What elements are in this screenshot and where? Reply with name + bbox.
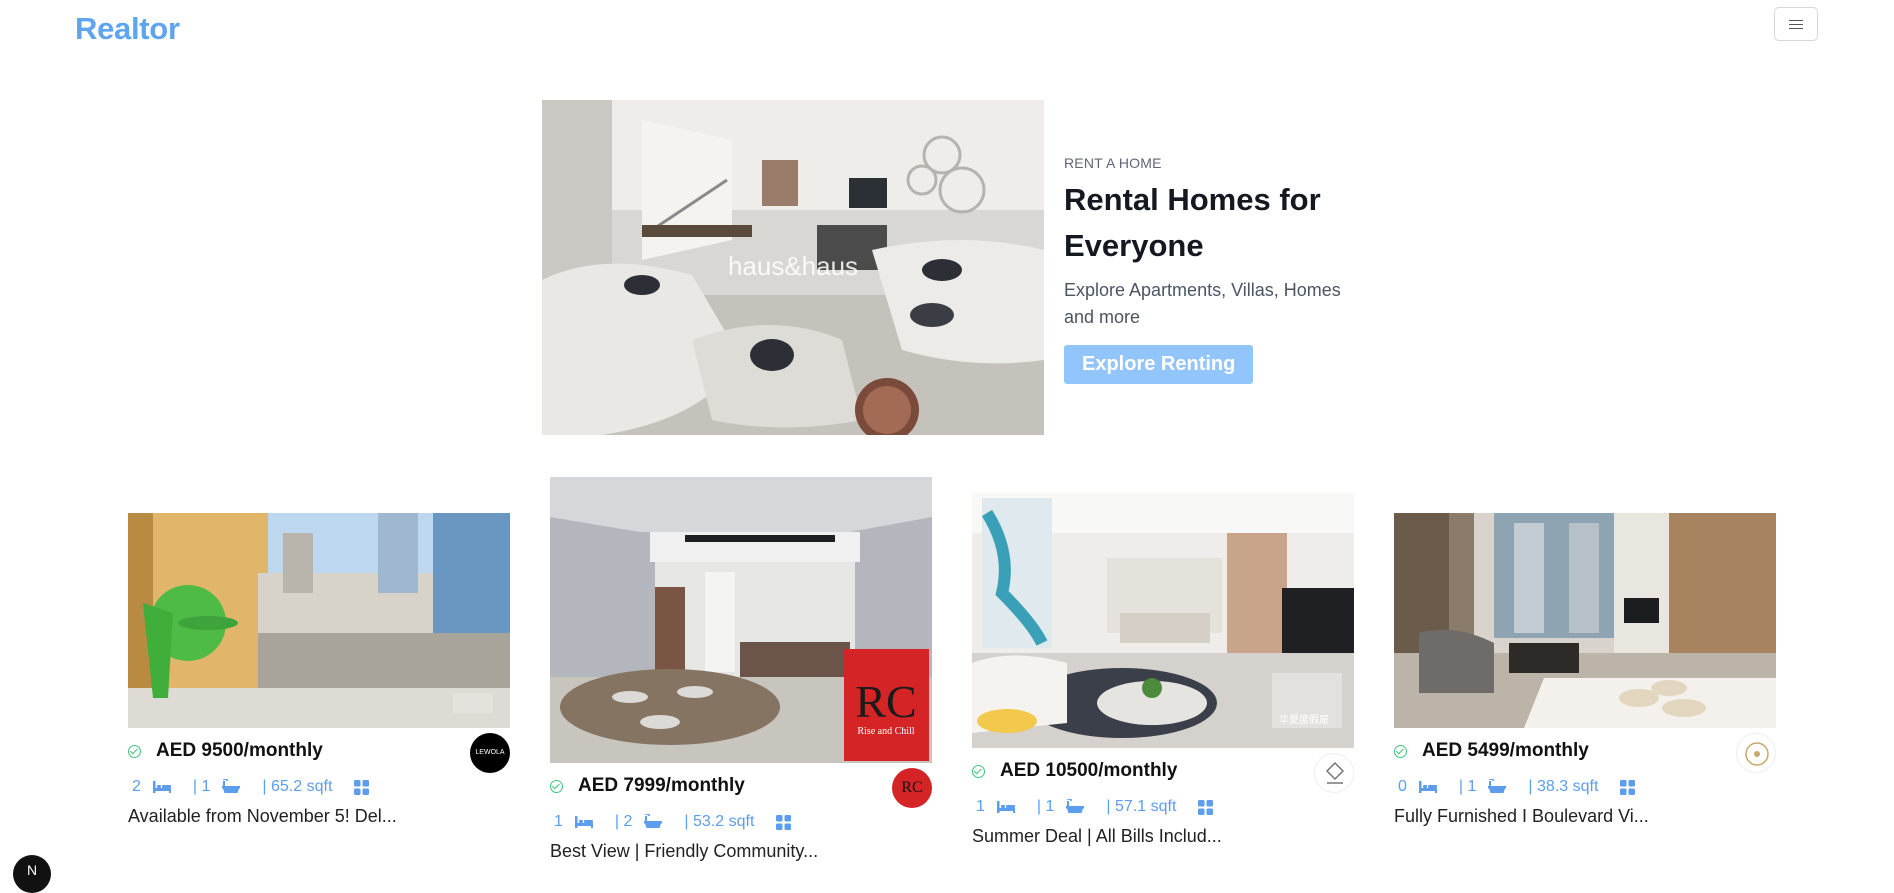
- hero-title: Rental Homes for Everyone: [1064, 182, 1321, 263]
- listing-stats: 0 | 1 | 38.3 sqft: [1394, 772, 1776, 802]
- hero-image-watermark: haus&haus: [728, 251, 858, 281]
- hero-kicker: RENT A HOME: [1064, 155, 1162, 171]
- bath-icon: [1066, 799, 1085, 815]
- grid-icon: [1198, 799, 1214, 815]
- verified-check-icon: [550, 780, 563, 793]
- baths-count: 2: [623, 813, 633, 830]
- listing-details: AED 7999/monthly RC 1 | 2 | 53.2 sqft Be…: [550, 763, 932, 862]
- grid-icon: [776, 814, 792, 830]
- menu-toggle-button[interactable]: [1774, 7, 1818, 41]
- bed-icon: [574, 815, 593, 829]
- agency-logo[interactable]: LEWOLA: [470, 733, 510, 773]
- listing-price: AED 9500/monthly: [156, 740, 323, 761]
- listing-details: AED 5499/monthly 0 | 1 | 38.3 sqft Fully…: [1394, 728, 1776, 827]
- corner-avatar[interactable]: N: [13, 855, 51, 893]
- listing-details: AED 9500/monthly LEWOLA 2 | 1 | 65.2 sqf…: [128, 728, 510, 827]
- rooms-count: 0: [1398, 778, 1407, 795]
- hamburger-icon: [1789, 19, 1803, 29]
- bath-icon: [222, 779, 241, 795]
- listing-card[interactable]: 华夏度假屋 AED 10500/monthly 1 | 1 | 57.1 sqf…: [972, 493, 1354, 847]
- hero-content: RENT A HOME Rental Homes for Everyone Ex…: [1064, 155, 1364, 384]
- rooms-count: 1: [976, 798, 985, 815]
- top-navbar: Realtor: [0, 0, 1894, 60]
- area-size: 38.3 sqft: [1537, 778, 1599, 795]
- rooms-count: 1: [554, 813, 563, 830]
- listing-title[interactable]: Summer Deal | All Bills Includ...: [972, 826, 1354, 847]
- area-size: 57.1 sqft: [1115, 798, 1177, 815]
- svg-text:RC: RC: [855, 676, 916, 727]
- listing-image[interactable]: RC Rise and Chill: [550, 477, 932, 763]
- hero-description: Explore Apartments, Villas, Homes and mo…: [1064, 280, 1341, 327]
- listing-image[interactable]: [1394, 513, 1776, 728]
- listing-stats: 2 | 1 | 65.2 sqft: [128, 772, 510, 802]
- card-watermark: Rise and Chill: [857, 726, 914, 737]
- baths-count: 1: [1045, 798, 1055, 815]
- site-logo[interactable]: Realtor: [75, 11, 180, 47]
- verified-check-icon: [972, 765, 985, 778]
- agency-logo[interactable]: [1736, 733, 1776, 773]
- rooms-count: 2: [132, 778, 141, 795]
- explore-renting-button[interactable]: Explore Renting: [1064, 345, 1254, 384]
- area-size: 65.2 sqft: [271, 778, 333, 795]
- listing-card[interactable]: AED 9500/monthly LEWOLA 2 | 1 | 65.2 sqf…: [128, 513, 510, 827]
- bath-icon: [644, 814, 663, 830]
- baths-count: 1: [1467, 778, 1477, 795]
- listing-price: AED 5499/monthly: [1422, 740, 1589, 761]
- grid-icon: [354, 779, 370, 795]
- listing-image[interactable]: [128, 513, 510, 728]
- listing-image[interactable]: 华夏度假屋: [972, 493, 1354, 748]
- agency-logo[interactable]: [1314, 753, 1354, 793]
- bed-icon: [1418, 780, 1437, 794]
- listing-price: AED 7999/monthly: [578, 775, 745, 796]
- listing-details: AED 10500/monthly 1 | 1 | 57.1 sqft Summ…: [972, 748, 1354, 847]
- listing-card[interactable]: AED 5499/monthly 0 | 1 | 38.3 sqft Fully…: [1394, 513, 1776, 827]
- baths-count: 1: [201, 778, 211, 795]
- bath-icon: [1488, 779, 1507, 795]
- listing-title[interactable]: Fully Furnished I Boulevard Vi...: [1394, 806, 1776, 827]
- grid-icon: [1620, 779, 1636, 795]
- hero-banner-image: haus&haus: [542, 100, 1044, 435]
- listing-card[interactable]: RC Rise and Chill AED 7999/monthly RC 1 …: [550, 477, 932, 862]
- verified-check-icon: [1394, 745, 1407, 758]
- area-size: 53.2 sqft: [693, 813, 755, 830]
- verified-check-icon: [128, 745, 141, 758]
- bed-icon: [152, 780, 171, 794]
- listing-stats: 1 | 2 | 53.2 sqft: [550, 807, 932, 837]
- bed-icon: [996, 800, 1015, 814]
- listing-price: AED 10500/monthly: [1000, 760, 1178, 781]
- agency-logo[interactable]: RC: [892, 768, 932, 808]
- listing-stats: 1 | 1 | 57.1 sqft: [972, 792, 1354, 822]
- card-watermark: 华夏度假屋: [1279, 713, 1329, 726]
- listing-title[interactable]: Available from November 5! Del...: [128, 806, 510, 827]
- listing-title[interactable]: Best View | Friendly Community...: [550, 841, 932, 862]
